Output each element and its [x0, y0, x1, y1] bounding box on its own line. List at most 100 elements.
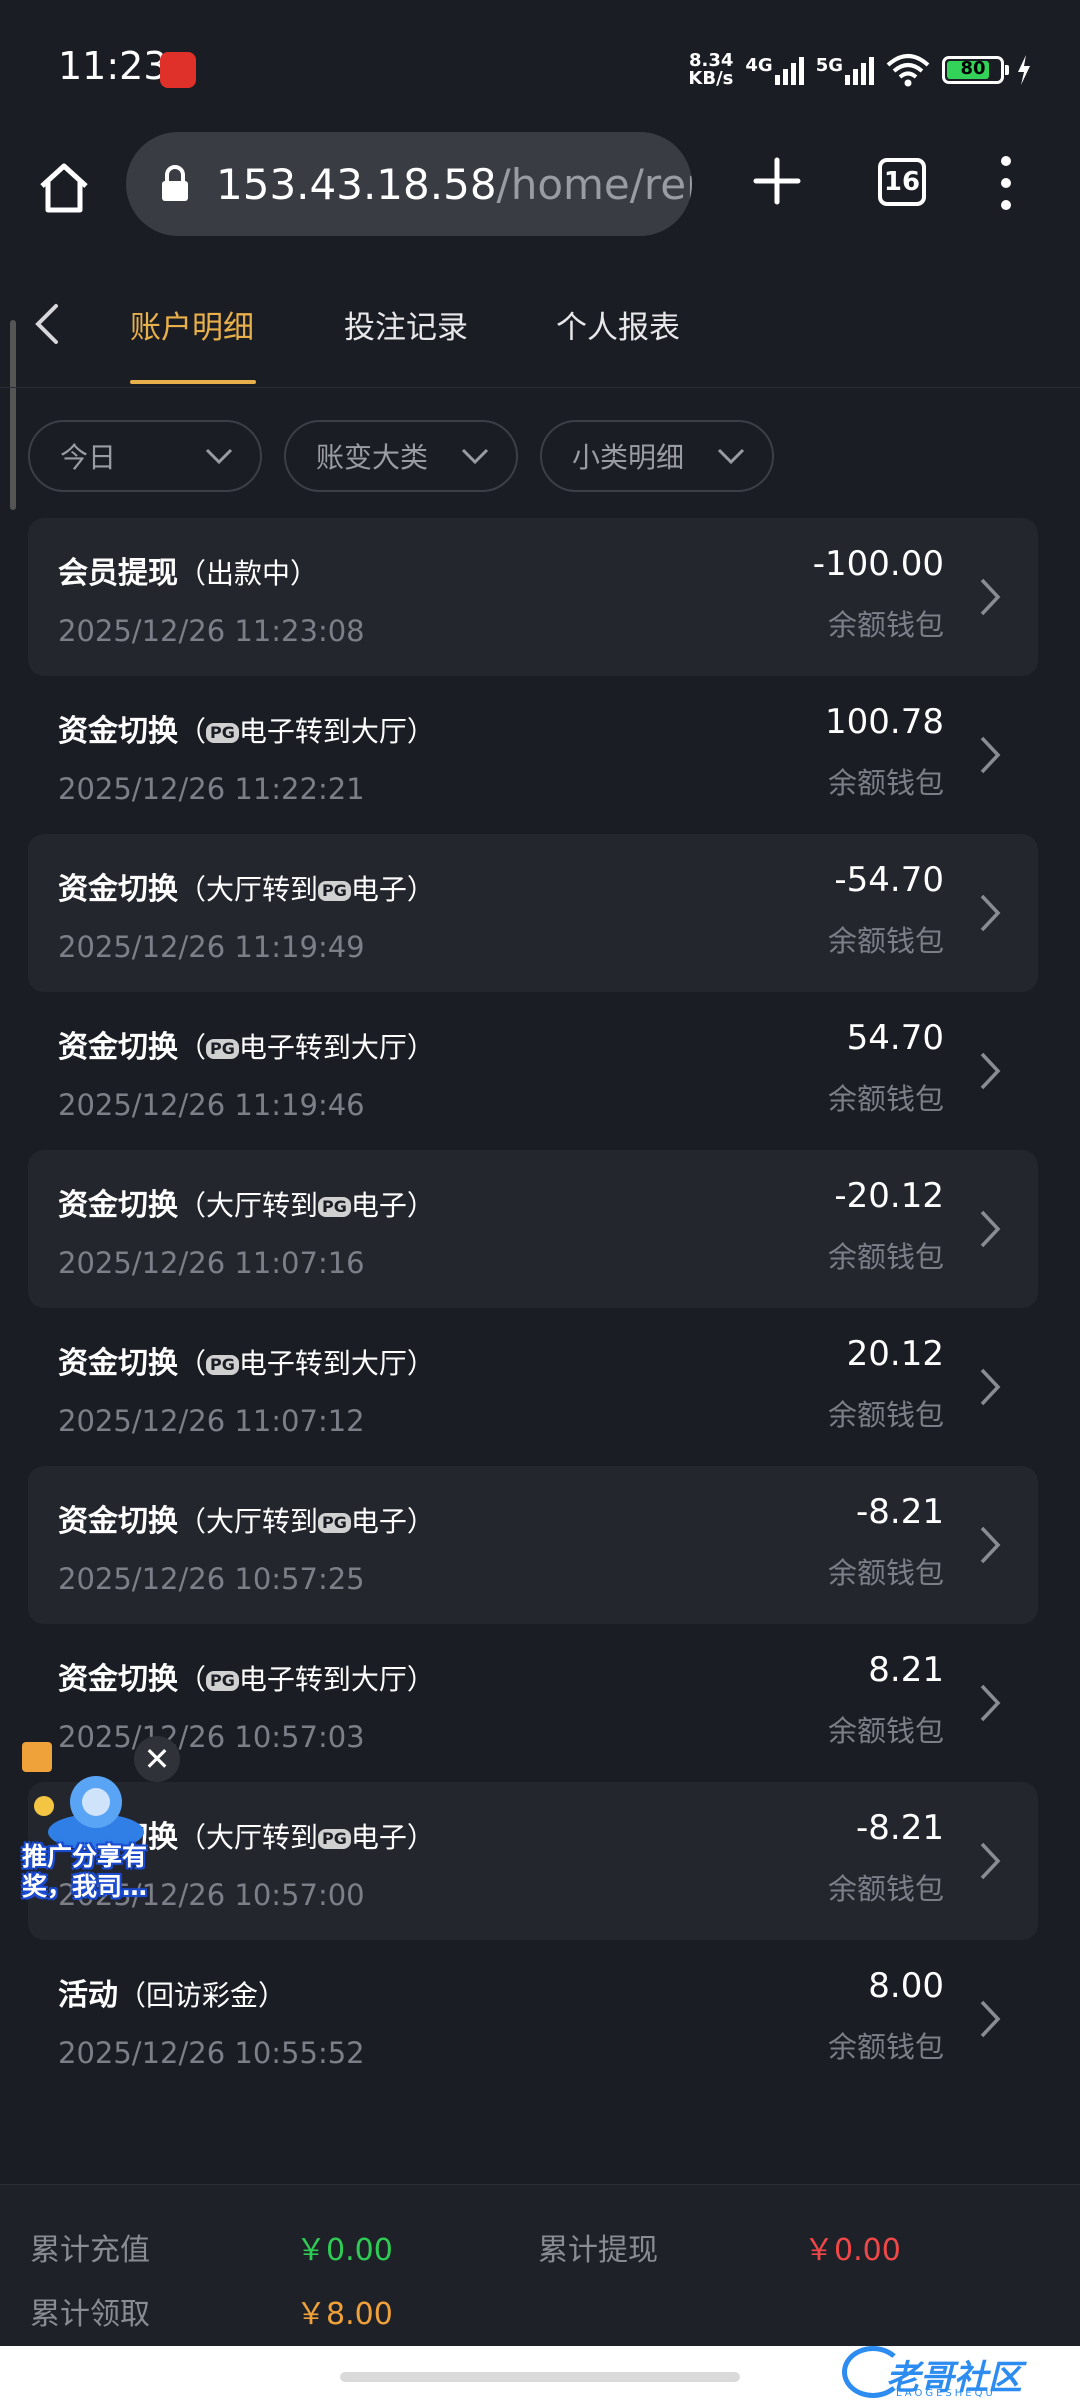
chevron-right-icon — [980, 2000, 1001, 2038]
promo-text: 推广分享有奖，我司… — [22, 1842, 148, 1901]
signal-4g-label: 4G — [745, 55, 773, 76]
transaction-row[interactable]: 资金切换（大厅转到 PG 电子） 2025/12/26 11:19:49 -54.7… — [28, 834, 1038, 992]
transaction-amount: -100.00 — [812, 544, 944, 584]
status-time: 11:23 — [58, 44, 168, 88]
transaction-wallet: 余额钱包 — [827, 1556, 944, 1590]
transaction-title: 资金切换（ PG 电子转到大厅） — [58, 1030, 435, 1065]
url-path: /home/repo — [496, 159, 692, 209]
transaction-title: 资金切换（ PG 电子转到大厅） — [58, 1662, 435, 1697]
page-content: 账户明细 投注记录 个人报表 今日 账变大类 小类明细 会员提现（出款中） 20… — [0, 260, 1080, 2400]
filter-category-label: 账变大类 — [316, 441, 429, 474]
app-notification-icon — [160, 52, 196, 88]
more-menu-icon[interactable] — [996, 156, 1016, 210]
total-recharge-value: ￥0.00 — [296, 2233, 393, 2268]
filter-bar: 今日 账变大类 小类明细 — [28, 420, 774, 492]
tab-bet-records[interactable]: 投注记录 — [344, 302, 468, 347]
transaction-amount: -54.70 — [834, 860, 944, 900]
transaction-title: 资金切换（ PG 电子转到大厅） — [58, 714, 435, 749]
transaction-row[interactable]: 资金切换（大厅转到PG电子） 2025/12/26 10:57:00 -8.21… — [28, 1782, 1038, 1940]
transaction-list: 会员提现（出款中） 2025/12/26 11:23:08 -100.00 余额… — [28, 518, 1038, 2098]
tab-personal-report[interactable]: 个人报表 — [556, 302, 680, 347]
browser-toolbar: 153.43.18.58/home/repo 16 — [0, 130, 1080, 260]
url-text: 153.43.18.58/home/repo — [216, 160, 692, 209]
chevron-right-icon — [980, 1842, 1001, 1880]
transaction-wallet: 余额钱包 — [827, 766, 944, 800]
total-claim-value: ￥8.00 — [296, 2297, 393, 2332]
chevron-right-icon — [980, 1052, 1001, 1090]
gift-icon — [22, 1742, 52, 1772]
transaction-amount: -8.21 — [856, 1808, 944, 1848]
promo-floating-widget[interactable]: ✕ 推广分享有奖，我司… — [22, 1736, 180, 1916]
transaction-time: 2025/12/26 10:55:52 — [58, 2036, 365, 2070]
transaction-wallet: 余额钱包 — [827, 608, 944, 642]
pg-logo-icon: PG — [318, 1197, 351, 1217]
transaction-wallet: 余额钱包 — [827, 924, 944, 958]
home-indicator[interactable] — [340, 2372, 740, 2382]
active-tab-indicator — [130, 380, 256, 384]
chevron-down-icon — [205, 448, 233, 465]
pg-logo-icon: PG — [318, 881, 351, 901]
chevron-right-icon — [980, 578, 1001, 616]
address-bar[interactable]: 153.43.18.58/home/repo — [126, 132, 692, 236]
status-bar: 11:23 8.34 KB/s 4G 5G 80 — [0, 0, 1080, 130]
transaction-wallet: 余额钱包 — [827, 1240, 944, 1274]
signal-5g-icon: 5G — [816, 55, 874, 85]
transaction-title: 资金切换（大厅转到PG电子） — [58, 1504, 435, 1539]
transaction-wallet: 余额钱包 — [827, 1398, 944, 1432]
network-speed: 8.34 KB/s — [688, 52, 733, 88]
support-avatar-icon — [48, 1776, 144, 1848]
battery-level: 80 — [960, 58, 986, 79]
transaction-title: 资金切换（大厅转到PG电子） — [58, 872, 435, 907]
transaction-amount: 20.12 — [846, 1334, 944, 1374]
home-icon[interactable] — [34, 158, 94, 218]
chevron-right-icon — [980, 894, 1001, 932]
chevron-right-icon — [980, 1526, 1001, 1564]
watermark-logo: 老哥社区 LAOGESHEQU — [838, 2346, 1068, 2400]
filter-date-label: 今日 — [60, 441, 117, 474]
transaction-time: 2025/12/26 11:23:08 — [58, 614, 365, 648]
total-withdraw-value: ￥0.00 — [804, 2233, 901, 2268]
filter-date-dropdown[interactable]: 今日 — [28, 420, 262, 492]
transaction-title: 资金切换（ PG 电子转到大厅） — [58, 1346, 435, 1381]
tab-switcher-button[interactable]: 16 — [878, 158, 926, 206]
status-indicators: 8.34 KB/s 4G 5G 80 — [688, 48, 1032, 92]
transaction-row[interactable]: 资金切换（大厅转到 PG 电子） 2025/12/26 11:07:16 -20.1… — [28, 1150, 1038, 1308]
tab-bar: 账户明细 投注记录 个人报表 — [0, 260, 1080, 388]
tab-account-details[interactable]: 账户明细 — [130, 302, 254, 347]
transaction-wallet: 余额钱包 — [827, 1872, 944, 1906]
chevron-right-icon — [980, 1368, 1001, 1406]
charging-icon — [1018, 55, 1030, 85]
transaction-row[interactable]: 资金切换（ PG 电子转到大厅） 2025/12/26 11:19:46 54.70… — [28, 992, 1038, 1150]
transaction-time: 2025/12/26 11:22:21 — [58, 772, 365, 806]
transaction-title: 资金切换（大厅转到PG电子） — [58, 1188, 435, 1223]
url-host: 153.43.18.58 — [216, 159, 497, 209]
transaction-time: 2025/12/26 11:07:12 — [58, 1404, 365, 1438]
transaction-time: 2025/12/26 11:19:46 — [58, 1088, 365, 1122]
total-claim-label: 累计领取 — [30, 2297, 150, 2332]
transaction-amount: -8.21 — [856, 1492, 944, 1532]
pg-logo-icon: PG — [206, 1671, 239, 1691]
pg-logo-icon: PG — [206, 723, 239, 743]
transaction-time: 2025/12/26 11:19:49 — [58, 930, 365, 964]
signal-5g-label: 5G — [815, 55, 843, 76]
filter-subcategory-dropdown[interactable]: 小类明细 — [540, 420, 774, 492]
transaction-subtitle: （回访彩金） — [118, 1979, 287, 2012]
transaction-amount: -20.12 — [834, 1176, 944, 1216]
chevron-down-icon — [717, 448, 745, 465]
chevron-right-icon — [980, 1210, 1001, 1248]
transaction-row[interactable]: 会员提现（出款中） 2025/12/26 11:23:08 -100.00 余额… — [28, 518, 1038, 676]
transaction-row[interactable]: 资金切换（大厅转到 PG 电子） 2025/12/26 10:57:25 -8.21… — [28, 1466, 1038, 1624]
chevron-right-icon — [980, 1684, 1001, 1722]
back-icon[interactable] — [32, 302, 62, 346]
transaction-time: 2025/12/26 11:07:16 — [58, 1246, 365, 1280]
filter-subcategory-label: 小类明细 — [572, 441, 685, 474]
transaction-row[interactable]: 资金切换（ PG 电子转到大厅） 2025/12/26 11:07:12 20.12… — [28, 1308, 1038, 1466]
new-tab-icon[interactable] — [752, 156, 802, 206]
signal-4g-icon: 4G — [745, 55, 804, 85]
transaction-subtitle: （出款中） — [178, 557, 319, 590]
close-icon[interactable]: ✕ — [134, 1736, 180, 1782]
chevron-right-icon — [980, 736, 1001, 774]
transaction-row[interactable]: 活动（回访彩金） 2025/12/26 10:55:52 8.00 余额钱包 — [28, 1940, 1038, 2098]
filter-category-dropdown[interactable]: 账变大类 — [284, 420, 518, 492]
transaction-row[interactable]: 资金切换（ PG 电子转到大厅） 2025/12/26 11:22:21 100.7… — [28, 676, 1038, 834]
